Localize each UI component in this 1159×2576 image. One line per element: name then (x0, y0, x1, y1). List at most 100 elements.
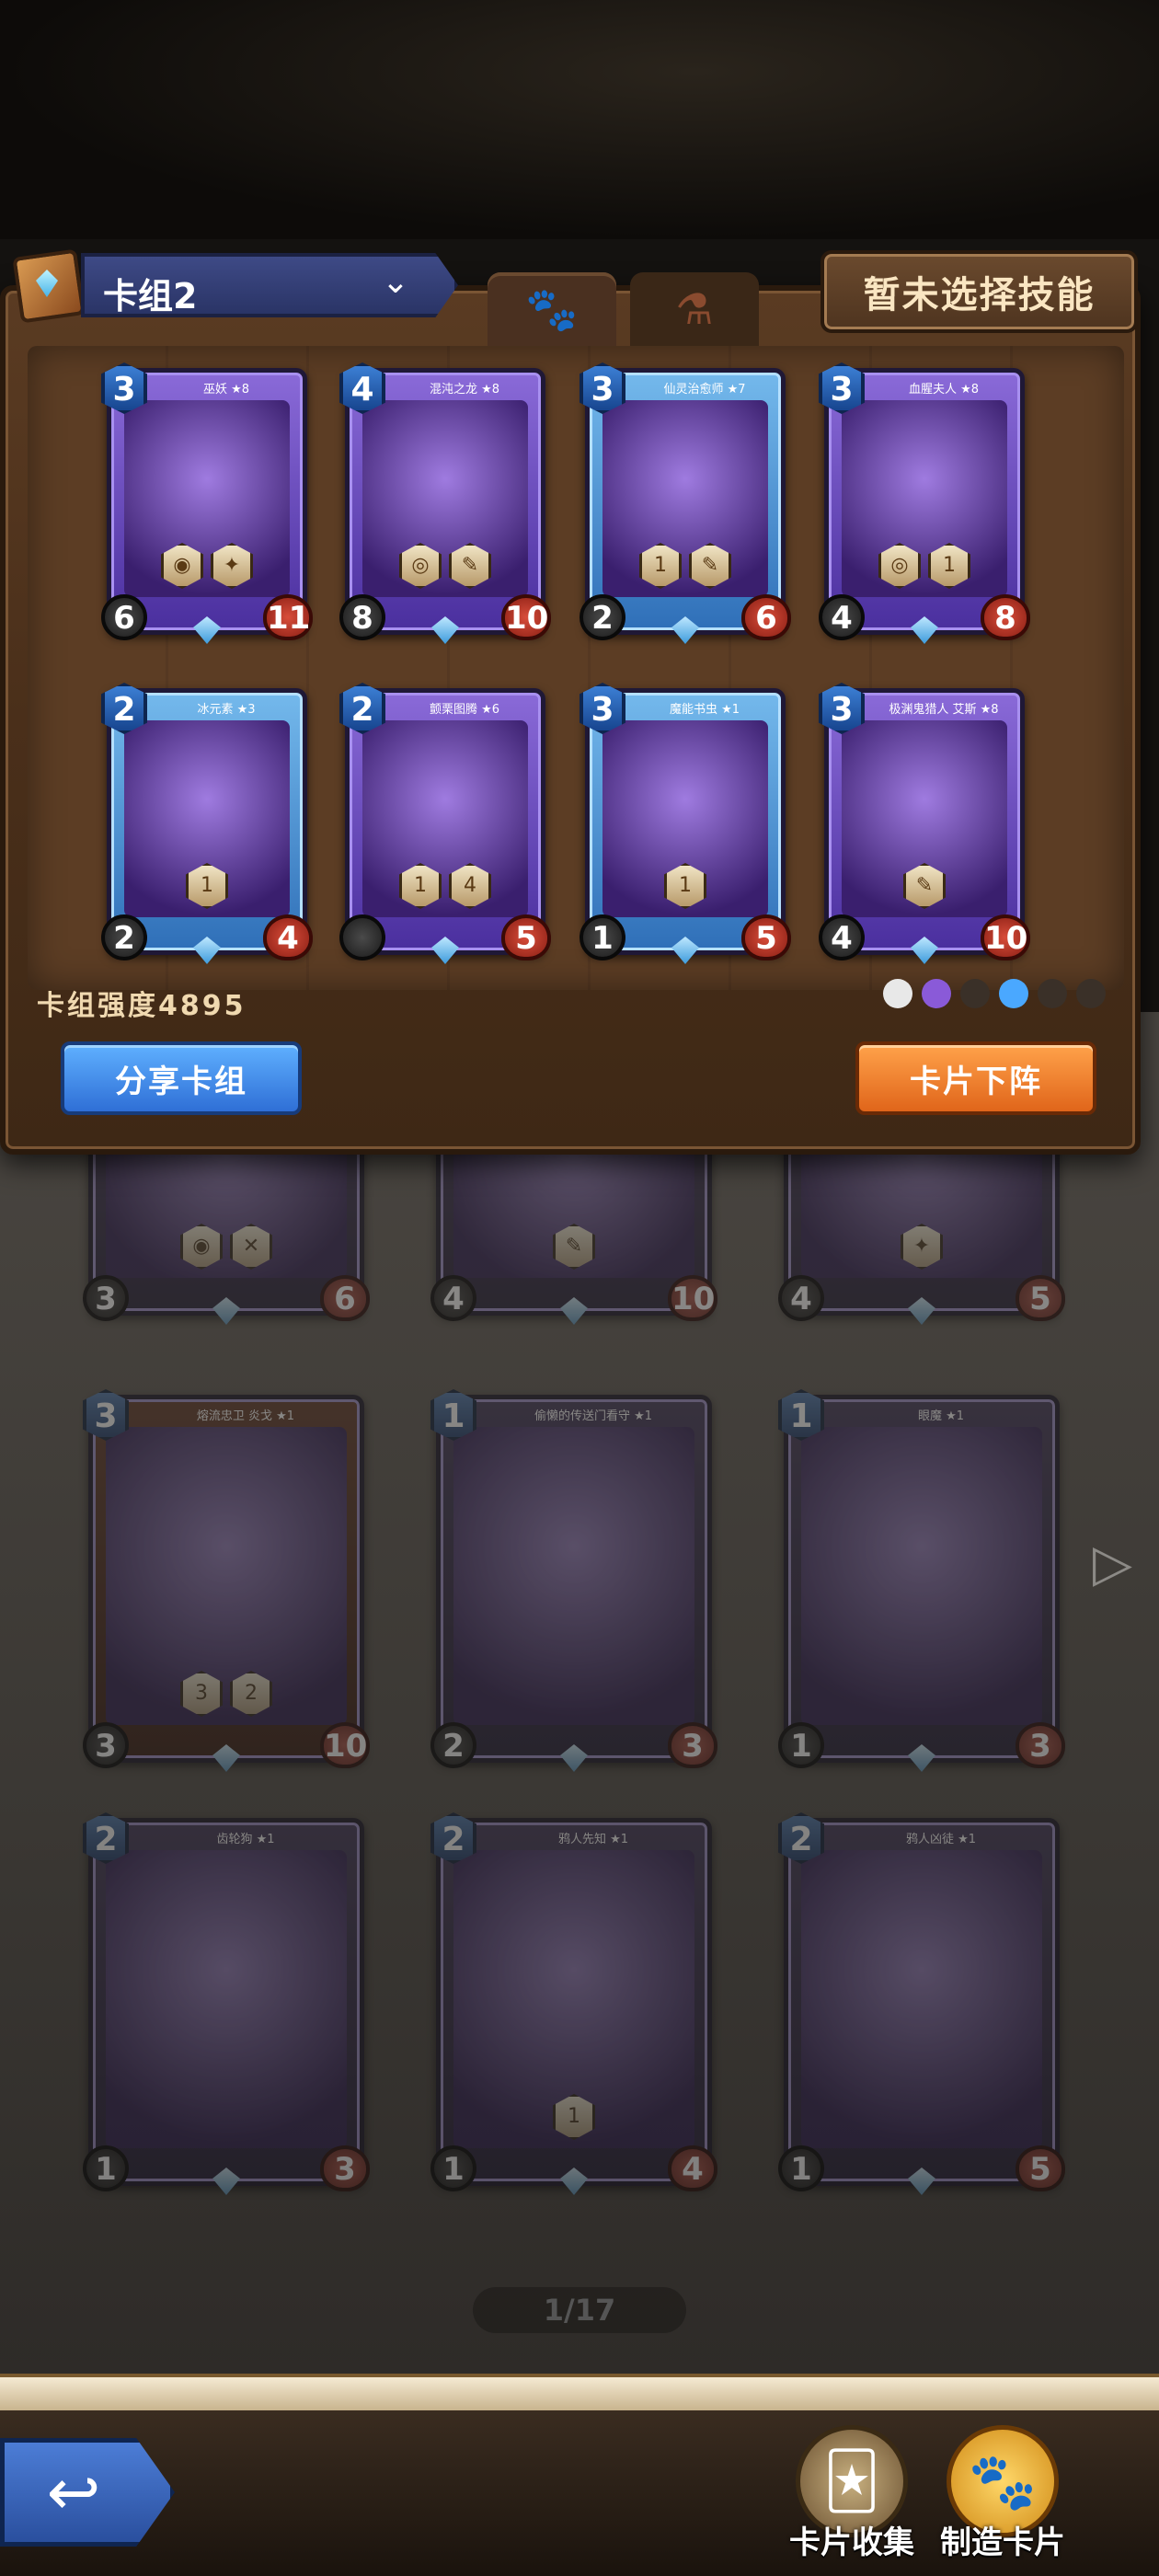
skill-hex-icon: ✎ (449, 543, 491, 589)
card-collection-label: 卡片收集 (789, 2524, 914, 2561)
card-health: 10 (668, 1275, 717, 1321)
card-name: 鸦人先知 ★1 (557, 1833, 629, 1846)
card[interactable]: 偷懒的传送门看守 ★1 1 2 3 (430, 1389, 717, 1772)
card[interactable]: 混沌之龙 ★8 4 8 10 ◎ ✎ (339, 362, 551, 644)
deck-selector[interactable]: 卡组2 ⌄ (0, 244, 465, 327)
paw-icon: 🐾 (525, 283, 579, 334)
element-icon (999, 979, 1028, 1008)
card-name: 巫妖 ★8 (202, 383, 250, 397)
potion-icon: ⚗ (675, 284, 714, 334)
tab-potions[interactable]: ⚗ (630, 272, 759, 346)
card-frame: 鸦人凶徒 ★1 (784, 1818, 1060, 2186)
top-backdrop (0, 0, 1159, 239)
card-name: 熔流忠卫 炎戈 ★1 (196, 1409, 295, 1423)
card-name: 齿轮狗 ★1 (216, 1833, 275, 1846)
card-frame: 冰元素 ★3 (107, 688, 307, 955)
share-deck-button[interactable]: 分享卡组 (61, 1041, 302, 1115)
card-frame: 眼魔 ★1 (784, 1395, 1060, 1763)
element-icons (883, 979, 1106, 1008)
card-health: 5 (1016, 2145, 1065, 2191)
skill-hex-icon: ✕ (230, 1224, 272, 1270)
card-health: 5 (1016, 1275, 1065, 1321)
card[interactable]: 魔能书虫 ★1 3 1 5 1 (580, 683, 791, 964)
card-attack: 4 (430, 1275, 476, 1321)
skill-hex-icon: ◉ (180, 1224, 223, 1270)
card-skills: ◉ ✕ (88, 1224, 364, 1270)
back-arrow-icon: ↩ (46, 2455, 101, 2530)
card-skills: ◎ ✎ (345, 543, 545, 589)
card-name: 冰元素 ★3 (197, 703, 256, 717)
card-health: 11 (263, 594, 313, 640)
card-attack: 4 (819, 914, 865, 960)
card-skills: 14 (345, 863, 545, 909)
skill-hex-icon: ◎ (399, 543, 442, 589)
card-health: 4 (668, 2145, 717, 2191)
skill-hex-icon: 1 (928, 543, 970, 589)
card-name: 偷懒的传送门看守 ★1 (534, 1409, 653, 1423)
card-health: 5 (501, 914, 551, 960)
deck-book-icon (6, 244, 90, 327)
card-frame: 仙灵治愈师 ★7 (585, 368, 786, 635)
card-frame: 偷懒的传送门看守 ★1 (436, 1395, 712, 1763)
skill-hex-icon: 4 (449, 863, 491, 909)
craft-card-button[interactable]: 🐾 制造卡片 (938, 2425, 1067, 2572)
card-frame: 极渊鬼猎人 艾斯 ★8 (824, 688, 1025, 955)
card-health: 5 (741, 914, 791, 960)
tab-pets[interactable]: 🐾 (488, 272, 616, 346)
card[interactable]: 鸦人凶徒 ★1 2 1 5 (778, 1812, 1065, 2195)
skill-hex-icon: 1 (664, 863, 706, 909)
card-attack: 1 (778, 1722, 824, 1768)
card-health: 6 (320, 1275, 370, 1321)
card[interactable]: 仙灵治愈师 ★7 3 2 6 1 ✎ (580, 362, 791, 644)
card[interactable]: 冰元素 ★3 2 2 4 1 (101, 683, 313, 964)
card[interactable]: 眼魔 ★1 1 1 3 (778, 1389, 1065, 1772)
card-frame: 魔能书虫 ★1 (585, 688, 786, 955)
card[interactable]: 极渊鬼猎人 艾斯 ★8 3 4 10 ✎ (819, 683, 1030, 964)
skill-hex-icon: ✦ (901, 1224, 943, 1270)
card-attack: 2 (101, 914, 147, 960)
card-attack: 3 (83, 1275, 129, 1321)
card-skills: 32 (88, 1671, 364, 1717)
card-attack: 1 (83, 2145, 129, 2191)
card-attack: 2 (430, 1722, 476, 1768)
skill-hex-icon: 3 (180, 1671, 223, 1717)
card[interactable]: 鸦人先知 ★1 2 1 4 1 (430, 1812, 717, 2195)
card-skills: ✦ (784, 1224, 1060, 1270)
card-health: 6 (741, 594, 791, 640)
card-collection-button[interactable]: 🃏 卡片收集 (787, 2425, 916, 2572)
element-icon (922, 979, 951, 1008)
card[interactable]: 巫妖 ★8 3 6 11 ◉ ✦ (101, 362, 313, 644)
deck-power-label: 卡组强度4895 (37, 990, 247, 1022)
card-attack: 4 (778, 1275, 824, 1321)
card-name: 眼魔 ★1 (917, 1409, 965, 1423)
select-skill-button[interactable]: 暂未选择技能 (820, 250, 1138, 333)
card-attack: 8 (339, 594, 385, 640)
card-health: 4 (263, 914, 313, 960)
chevron-down-icon[interactable]: ⌄ (377, 264, 414, 301)
skill-hex-icon: 2 (230, 1671, 272, 1717)
card-frame: 齿轮狗 ★1 (88, 1818, 364, 2186)
card-skills: 1 ✎ (585, 543, 786, 589)
card-name: 极渊鬼猎人 艾斯 ★8 (889, 703, 999, 717)
card-art (106, 1850, 347, 2148)
card[interactable]: 颤栗图腾 ★6 2 5 1 4 (339, 683, 551, 964)
skill-hex-icon: 1 (399, 863, 442, 909)
remove-card-button[interactable]: 卡片下阵 (855, 1041, 1096, 1115)
element-icon (1038, 979, 1067, 1008)
page-indicator: 1/17 (473, 2287, 686, 2333)
card-attack: 1 (778, 2145, 824, 2191)
card-health: 8 (981, 594, 1030, 640)
card-attack: 1 (430, 2145, 476, 2191)
card[interactable]: 熔流忠卫 炎戈 ★1 3 3 10 3 2 (83, 1389, 370, 1772)
card[interactable]: 血腥夫人 ★8 3 4 8 ◎ 1 (819, 362, 1030, 644)
card[interactable]: 齿轮狗 ★1 2 1 3 (83, 1812, 370, 2195)
card-health: 10 (981, 914, 1030, 960)
next-page-arrow-icon[interactable]: ▷ (1093, 1536, 1132, 1592)
card-skills: 1 (436, 2094, 712, 2140)
card-name: 鸦人凶徒 ★1 (905, 1833, 977, 1846)
craft-card-label: 制造卡片 (940, 2524, 1065, 2561)
skill-hex-icon: 1 (186, 863, 228, 909)
card-name: 仙灵治愈师 ★7 (663, 383, 746, 397)
card-name: 魔能书虫 ★1 (669, 703, 740, 717)
card-attack: 2 (580, 594, 625, 640)
